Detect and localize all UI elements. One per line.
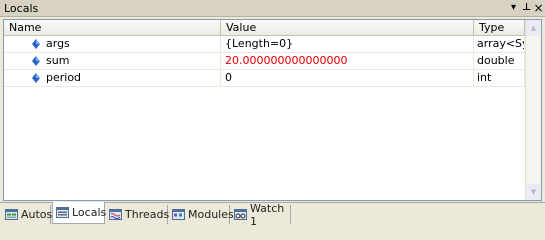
row-type: double (474, 53, 525, 69)
locals-tool-window: Locals ▾ ⊥ × Name Value Type args {Lengt… (0, 0, 545, 228)
table-row[interactable]: sum 20.000000000000000 double (4, 53, 525, 70)
row-type: array<Sy (474, 36, 525, 52)
table-row[interactable]: period 0 int (4, 70, 525, 87)
window-title: Locals (4, 2, 39, 15)
tab-label: Locals (72, 206, 107, 219)
debug-window-tabs: Autos Locals Threads Modules Watch 1 (0, 202, 545, 228)
row-value[interactable]: {Length=0} (221, 36, 474, 52)
field-icon (32, 73, 40, 83)
tab-label: Autos (21, 208, 53, 221)
field-icon (32, 56, 40, 66)
row-name: period (46, 70, 221, 86)
locals-grid: Name Value Type args {Length=0} array<Sy… (3, 19, 542, 201)
watch-window-icon (234, 209, 247, 220)
tab-locals[interactable]: Locals (52, 202, 107, 224)
tab-threads[interactable]: Threads (106, 205, 170, 224)
row-name: sum (46, 53, 221, 69)
tab-autos[interactable]: Autos (2, 205, 53, 224)
row-value[interactable]: 0 (221, 70, 474, 86)
scroll-up-button[interactable]: ▲ (526, 20, 541, 36)
tab-label: Watch 1 (250, 201, 285, 228)
grid-header: Name Value Type (4, 20, 525, 36)
locals-window-icon (56, 207, 69, 218)
row-value[interactable]: 20.000000000000000 (221, 53, 474, 69)
row-name: args (46, 36, 221, 52)
threads-window-icon (109, 209, 122, 220)
tab-label: Modules (188, 208, 234, 221)
table-row[interactable]: args {Length=0} array<Sy (4, 36, 525, 53)
column-header-value[interactable]: Value (221, 20, 474, 35)
window-position-dropdown-button[interactable]: ▾ (507, 1, 520, 14)
vertical-scrollbar[interactable]: ▲ ▼ (525, 20, 541, 200)
tab-modules[interactable]: Modules (169, 205, 234, 224)
autos-window-icon (5, 209, 18, 220)
row-type: int (474, 70, 525, 86)
column-header-name[interactable]: Name (4, 20, 221, 35)
modules-window-icon (172, 209, 185, 220)
scroll-down-button[interactable]: ▼ (526, 184, 541, 200)
close-button[interactable]: × (532, 1, 545, 15)
tab-watch-1[interactable]: Watch 1 (231, 202, 291, 228)
field-icon (32, 39, 40, 49)
title-bar: Locals ▾ ⊥ × (0, 0, 545, 17)
column-header-type[interactable]: Type (474, 20, 525, 35)
tab-label: Threads (125, 208, 170, 221)
